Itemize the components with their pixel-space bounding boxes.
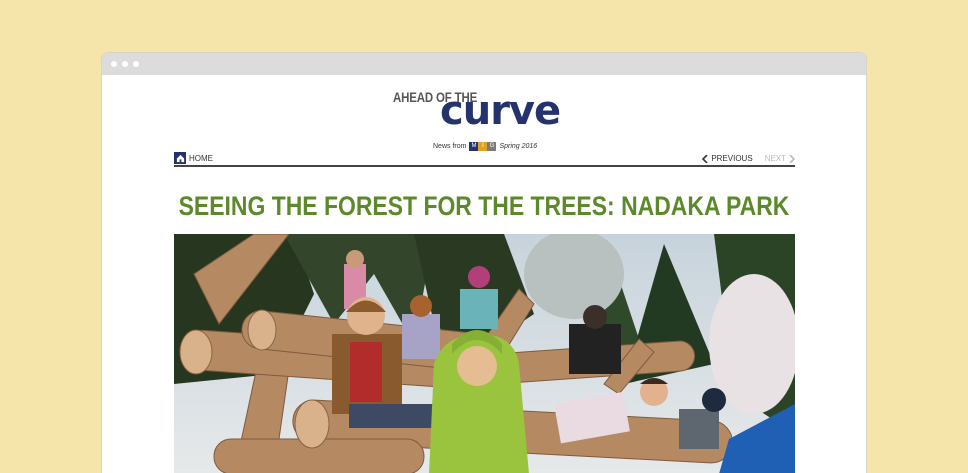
- mig-letter: I: [478, 142, 488, 151]
- hero-photo-illustration: [174, 234, 795, 473]
- window-dot-icon[interactable]: [122, 61, 128, 67]
- home-label: HOME: [189, 153, 213, 163]
- mig-letter: G: [487, 142, 497, 151]
- article-navbar: HOME PREVIOUS NEXT: [174, 152, 795, 167]
- article-hero-photo: [174, 234, 795, 473]
- masthead-subline: News from M I G Spring 2016: [433, 142, 537, 151]
- window-chrome: [102, 53, 866, 75]
- window-dot-icon[interactable]: [133, 61, 139, 67]
- next-label: NEXT: [764, 154, 786, 163]
- mig-logo: M I G: [469, 142, 497, 151]
- browser-window: AHEAD OF THE curve News from M I G Sprin…: [102, 53, 866, 473]
- news-from-text: News from: [433, 143, 467, 150]
- mig-letter: M: [469, 142, 479, 151]
- chevron-right-icon: [789, 154, 795, 163]
- masthead-logo: curve: [440, 88, 561, 134]
- next-link[interactable]: NEXT: [765, 154, 795, 163]
- article-title: SEEING THE FOREST FOR THE TREES: NADAKA …: [178, 191, 790, 221]
- window-dot-icon[interactable]: [111, 61, 117, 67]
- home-icon: [174, 152, 186, 164]
- chevron-left-icon: [702, 154, 708, 163]
- home-link[interactable]: HOME: [174, 152, 213, 164]
- season-text: Spring 2016: [499, 143, 538, 150]
- masthead: AHEAD OF THE curve News from M I G Sprin…: [102, 88, 866, 151]
- previous-link[interactable]: PREVIOUS: [702, 154, 753, 163]
- previous-label: PREVIOUS: [711, 154, 753, 163]
